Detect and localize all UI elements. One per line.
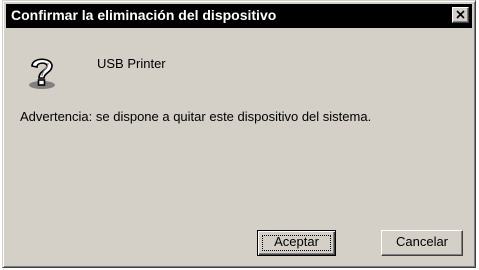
window-title: Confirmar la eliminación del dispositivo [11, 7, 277, 23]
close-button[interactable] [452, 7, 469, 23]
close-icon [456, 10, 465, 19]
device-name: USB Printer [97, 56, 166, 71]
ok-button-label: Aceptar [274, 234, 319, 249]
question-help-icon [29, 58, 55, 89]
cancel-button[interactable]: Cancelar [381, 230, 463, 256]
ok-button[interactable]: Aceptar [257, 230, 336, 256]
cancel-button-label: Cancelar [395, 234, 449, 249]
confirm-remove-dialog: Confirmar la eliminación del dispositivo… [2, 0, 476, 268]
title-bar[interactable]: Confirmar la eliminación del dispositivo [6, 4, 472, 28]
warning-message: Advertencia: se dispone a quitar este di… [20, 109, 372, 124]
